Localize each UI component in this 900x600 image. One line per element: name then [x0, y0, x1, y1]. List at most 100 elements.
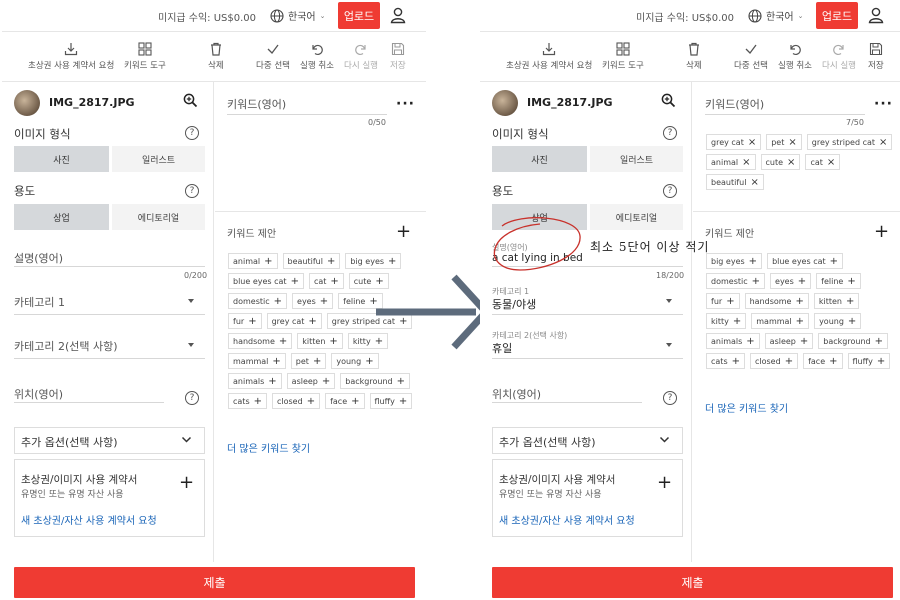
location-input[interactable]	[14, 402, 164, 403]
add-icon[interactable]: +	[308, 316, 316, 327]
zoom-icon[interactable]	[661, 93, 676, 111]
description-input[interactable]	[14, 266, 205, 267]
delete-button[interactable]: 삭제	[208, 42, 224, 71]
add-icon[interactable]: +	[749, 256, 757, 267]
keyword-chip[interactable]: grey cat +	[266, 313, 322, 329]
image-thumbnail[interactable]	[14, 90, 40, 116]
keyword-chip[interactable]: animal +	[228, 253, 278, 269]
keyword-chip[interactable]: eyes +	[770, 273, 812, 289]
keyword-chip[interactable]: fur +	[706, 293, 740, 309]
add-icon[interactable]: +	[732, 356, 740, 367]
remove-icon[interactable]: ×	[787, 157, 795, 168]
add-icon[interactable]: +	[351, 396, 359, 407]
keyword-chip[interactable]: beautiful +	[282, 253, 341, 269]
upload-button[interactable]: 업로드	[338, 2, 380, 29]
keyword-chip[interactable]: pet +	[290, 353, 327, 369]
keyword-chip[interactable]: animal ×	[706, 154, 756, 170]
keyword-chip[interactable]: asleep +	[764, 333, 814, 349]
keyword-chip[interactable]: fur +	[228, 313, 262, 329]
image-type-illustration[interactable]: 일러스트	[590, 146, 683, 172]
user-icon[interactable]	[389, 6, 407, 27]
keyword-chip[interactable]: mammal +	[228, 353, 286, 369]
language-selector[interactable]: 한국어 ⌄	[748, 8, 803, 23]
add-icon[interactable]: +	[274, 296, 282, 307]
image-type-photo[interactable]: 사진	[492, 146, 587, 172]
add-icon[interactable]: +	[848, 316, 856, 327]
add-release-icon[interactable]: +	[179, 474, 194, 492]
keyword-chip[interactable]: animals +	[706, 333, 760, 349]
more-options-icon[interactable]: ···	[396, 96, 415, 112]
add-suggestions-icon[interactable]: +	[874, 223, 889, 241]
delete-button[interactable]: 삭제	[686, 42, 702, 71]
zoom-icon[interactable]	[183, 93, 198, 111]
new-release-link[interactable]: 새 초상권/자산 사용 계약서 요청	[499, 512, 635, 527]
keyword-chip[interactable]: face +	[325, 393, 365, 409]
remove-icon[interactable]: ×	[827, 157, 835, 168]
keyword-chip[interactable]: mammal +	[751, 313, 810, 329]
add-icon[interactable]: +	[846, 296, 854, 307]
add-icon[interactable]: +	[329, 336, 337, 347]
help-icon[interactable]: ?	[185, 126, 199, 140]
add-icon[interactable]: +	[800, 336, 808, 347]
add-icon[interactable]: +	[726, 296, 734, 307]
usage-editorial[interactable]: 에디토리얼	[590, 204, 683, 230]
add-icon[interactable]: +	[397, 376, 405, 387]
extra-options-toggle[interactable]: 추가 옵션(선택 사항)	[14, 427, 205, 454]
language-selector[interactable]: 한국어 ⌄	[270, 8, 325, 23]
add-icon[interactable]: +	[388, 256, 396, 267]
keyword-chip[interactable]: big eyes +	[706, 253, 763, 269]
add-icon[interactable]: +	[322, 376, 330, 387]
undo-button[interactable]: 실행 취소	[300, 42, 334, 71]
keyword-chip[interactable]: feline +	[816, 273, 861, 289]
add-icon[interactable]: +	[798, 276, 806, 287]
redo-button[interactable]: 다시 실행	[822, 42, 856, 71]
keyword-chip[interactable]: cats +	[228, 393, 267, 409]
more-keywords-link[interactable]: 더 많은 키워드 찾기	[227, 440, 310, 455]
add-icon[interactable]: +	[875, 336, 883, 347]
more-options-icon[interactable]: ···	[874, 96, 893, 112]
extra-options-toggle[interactable]: 추가 옵션(선택 사항)	[492, 427, 683, 454]
help-icon[interactable]: ?	[185, 391, 199, 405]
keyword-chip[interactable]: closed +	[750, 353, 799, 369]
multi-select-button[interactable]: 다중 선택	[734, 42, 768, 71]
add-icon[interactable]: +	[829, 356, 837, 367]
keyword-chip[interactable]: background +	[340, 373, 410, 389]
add-icon[interactable]: +	[264, 256, 272, 267]
keyword-chip[interactable]: pet ×	[766, 134, 802, 150]
location-input[interactable]	[492, 402, 642, 403]
add-icon[interactable]: +	[320, 296, 328, 307]
add-icon[interactable]: +	[327, 256, 335, 267]
remove-icon[interactable]: ×	[742, 157, 750, 168]
category1-select[interactable]: 카테고리 1	[14, 294, 65, 310]
add-icon[interactable]: +	[830, 256, 838, 267]
keyword-chip[interactable]: beautiful ×	[706, 174, 764, 190]
keyword-chip[interactable]: background +	[818, 333, 888, 349]
keyword-chip[interactable]: fluffy +	[847, 353, 891, 369]
add-release-icon[interactable]: +	[657, 474, 672, 492]
add-icon[interactable]: +	[795, 296, 803, 307]
keyword-chip[interactable]: grey cat ×	[706, 134, 762, 150]
keyword-chip[interactable]: blue eyes cat +	[228, 273, 304, 289]
consent-request-button[interactable]: 초상권 사용 계약서 요청	[506, 42, 592, 71]
keyword-chip[interactable]: grey striped cat ×	[806, 134, 893, 150]
user-icon[interactable]	[867, 6, 885, 27]
remove-icon[interactable]: ×	[879, 137, 887, 148]
keyword-chip[interactable]: animals +	[228, 373, 282, 389]
submit-button[interactable]: 제출	[492, 567, 893, 598]
add-icon[interactable]: +	[279, 336, 287, 347]
keyword-chip[interactable]: cute ×	[760, 154, 801, 170]
keyword-chip[interactable]: domestic +	[706, 273, 766, 289]
keyword-chip[interactable]: kitty +	[706, 313, 747, 329]
keyword-tool-button[interactable]: 키워드 도구	[602, 42, 644, 71]
remove-icon[interactable]: ×	[788, 137, 796, 148]
remove-icon[interactable]: ×	[750, 177, 758, 188]
category2-select[interactable]: 카테고리 2(선택 사항)	[14, 338, 118, 354]
keyword-chip[interactable]: handsome +	[228, 333, 293, 349]
help-icon[interactable]: ?	[663, 126, 677, 140]
add-icon[interactable]: +	[248, 316, 256, 327]
add-icon[interactable]: +	[365, 356, 373, 367]
add-icon[interactable]: +	[877, 356, 885, 367]
help-icon[interactable]: ?	[663, 184, 677, 198]
help-icon[interactable]: ?	[185, 184, 199, 198]
keyword-chip[interactable]: handsome +	[744, 293, 809, 309]
